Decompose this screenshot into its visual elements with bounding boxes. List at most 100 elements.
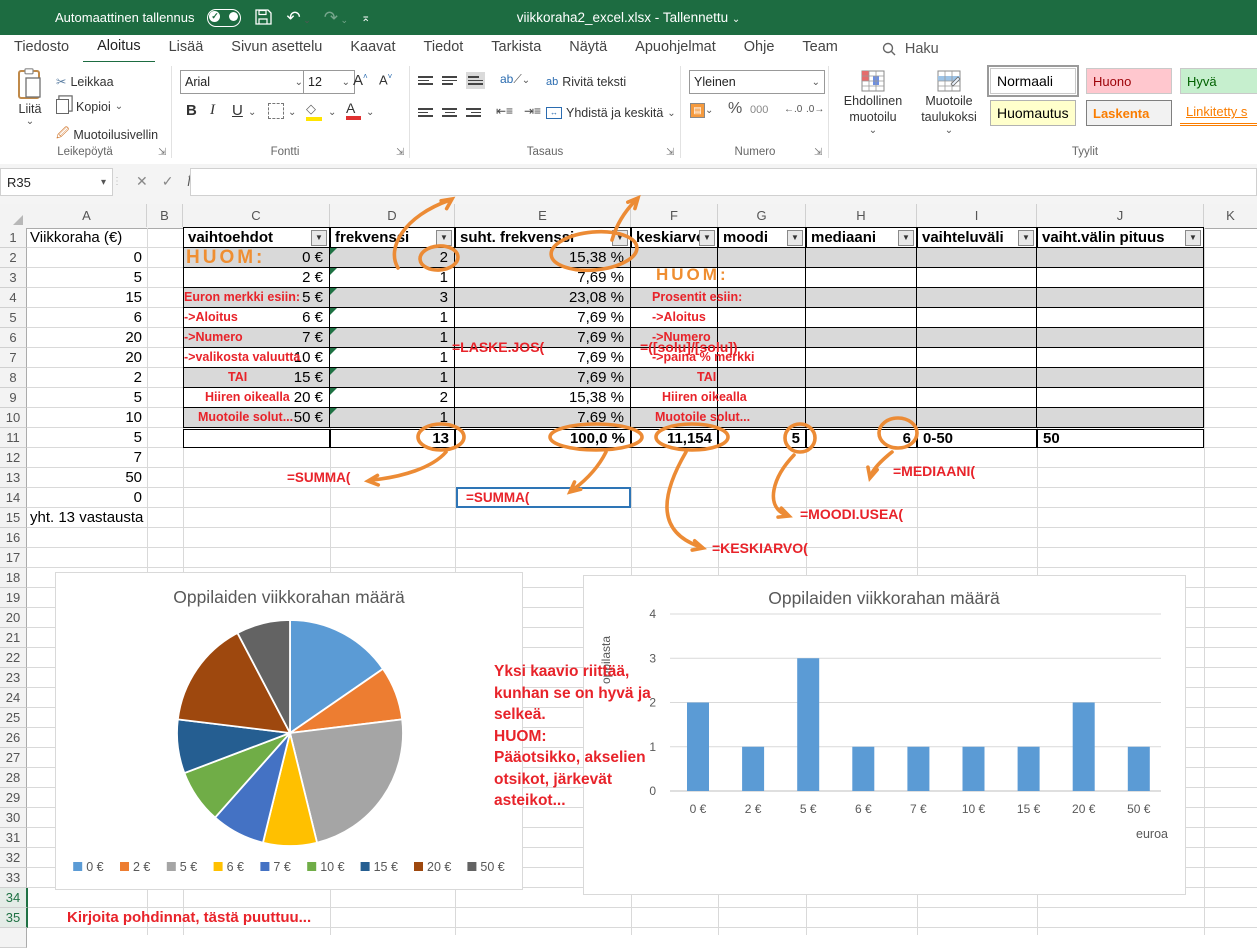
- alignment-dialog-launcher[interactable]: ⇲: [666, 148, 676, 158]
- table-total-c4[interactable]: 5: [718, 429, 806, 448]
- table-cell-r4c1[interactable]: 3: [330, 288, 455, 308]
- table-header-3[interactable]: keskiarvo▼: [631, 227, 718, 248]
- orientation-button[interactable]: ab⟋⌄: [500, 72, 530, 87]
- table-cell-r2c4[interactable]: [718, 248, 806, 268]
- number-format-select[interactable]: Yleinen⌄: [689, 70, 825, 94]
- align-top-icon[interactable]: [418, 74, 433, 87]
- row-header-15[interactable]: 15: [0, 508, 27, 528]
- table-total-c2[interactable]: 100,0 %: [455, 429, 631, 448]
- formula-input[interactable]: [190, 168, 1257, 196]
- filter-button[interactable]: ▼: [612, 230, 628, 246]
- number-dialog-launcher[interactable]: ⇲: [814, 148, 824, 158]
- font-color-chevron-icon[interactable]: ⌄: [366, 107, 374, 118]
- format-painter-button[interactable]: 🖉Muotoilusivellin: [56, 124, 158, 145]
- table-cell-r3c6[interactable]: [917, 268, 1037, 288]
- filter-button[interactable]: ▼: [699, 230, 715, 246]
- table-cell-r8c7[interactable]: [1037, 368, 1204, 388]
- table-cell-r10c6[interactable]: [917, 408, 1037, 428]
- table-cell-r9c2[interactable]: 15,38 %: [455, 388, 631, 408]
- row-header-31[interactable]: 31: [0, 828, 27, 848]
- filter-button[interactable]: ▼: [311, 230, 327, 246]
- table-cell-r8c4[interactable]: [718, 368, 806, 388]
- row-header-26[interactable]: 26: [0, 728, 27, 748]
- table-cell-r2c7[interactable]: [1037, 248, 1204, 268]
- tab-team[interactable]: Team: [788, 35, 851, 62]
- tab-lisaa[interactable]: Lisää: [155, 35, 218, 62]
- cell-a9[interactable]: 5: [27, 388, 142, 407]
- table-cell-r6c1[interactable]: 1: [330, 328, 455, 348]
- table-header-0[interactable]: vaihtoehdot▼: [183, 227, 330, 248]
- table-total-c3[interactable]: 11,154: [631, 429, 718, 448]
- underline-chevron-icon[interactable]: ⌄: [248, 107, 256, 118]
- row-header-9[interactable]: 9: [0, 388, 27, 408]
- conditional-formatting-button[interactable]: Ehdollinen muotoilu ⌄: [836, 70, 910, 136]
- row-header-1[interactable]: 1: [0, 228, 27, 248]
- table-cell-r2c2[interactable]: 15,38 %: [455, 248, 631, 268]
- cell-a5[interactable]: 6: [27, 308, 142, 327]
- row-header-4[interactable]: 4: [0, 288, 27, 308]
- table-cell-r6c6[interactable]: [917, 328, 1037, 348]
- wrap-text-button[interactable]: abRivitä teksti: [546, 75, 626, 89]
- table-total-c6[interactable]: 0-50: [917, 429, 1037, 448]
- row-header-32[interactable]: 32: [0, 848, 27, 868]
- style-huono[interactable]: Huono: [1086, 68, 1172, 94]
- cell-a1[interactable]: Viikkoraha (€): [30, 228, 145, 247]
- table-cell-r5c7[interactable]: [1037, 308, 1204, 328]
- column-header-A[interactable]: A: [27, 204, 147, 227]
- row-header-30[interactable]: 30: [0, 808, 27, 828]
- increase-font-button[interactable]: A˄: [353, 72, 368, 89]
- cell-a7[interactable]: 20: [27, 348, 142, 367]
- tab-nayta[interactable]: Näytä: [555, 35, 621, 62]
- align-right-icon[interactable]: [466, 106, 481, 119]
- font-name-select[interactable]: Arial⌄: [180, 70, 308, 94]
- table-cell-r2c1[interactable]: 2: [330, 248, 455, 268]
- table-cell-r3c1[interactable]: 1: [330, 268, 455, 288]
- row-header-17[interactable]: 17: [0, 548, 27, 568]
- cut-button[interactable]: ✂Leikkaa: [56, 74, 114, 89]
- cell-a10[interactable]: 10: [27, 408, 142, 427]
- column-header-H[interactable]: H: [806, 204, 917, 227]
- row-header-35[interactable]: 35: [0, 908, 28, 928]
- table-cell-r3c4[interactable]: [718, 268, 806, 288]
- table-cell-r7c6[interactable]: [917, 348, 1037, 368]
- copy-button[interactable]: Kopioi⌄: [56, 99, 123, 114]
- selected-cell-e14[interactable]: =SUMMA(: [456, 487, 631, 508]
- enter-icon[interactable]: ✓: [162, 173, 174, 190]
- column-header-E[interactable]: E: [455, 204, 631, 227]
- italic-button[interactable]: I: [210, 102, 215, 119]
- row-header-22[interactable]: 22: [0, 648, 27, 668]
- table-cell-r9c7[interactable]: [1037, 388, 1204, 408]
- table-total-c1[interactable]: 13: [330, 429, 455, 448]
- row-header-12[interactable]: 12: [0, 448, 27, 468]
- column-header-B[interactable]: B: [147, 204, 183, 227]
- style-linkitetty[interactable]: Linkitetty s: [1180, 100, 1257, 126]
- row-header-2[interactable]: 2: [0, 248, 27, 268]
- align-bottom-icon[interactable]: [466, 72, 485, 89]
- cell-a11[interactable]: 5: [27, 428, 142, 447]
- row-header-21[interactable]: 21: [0, 628, 27, 648]
- table-cell-r6c7[interactable]: [1037, 328, 1204, 348]
- table-cell-r9c6[interactable]: [917, 388, 1037, 408]
- row-header-28[interactable]: 28: [0, 768, 27, 788]
- table-cell-r4c7[interactable]: [1037, 288, 1204, 308]
- font-size-select[interactable]: 12⌄: [303, 70, 355, 94]
- row-header-19[interactable]: 19: [0, 588, 27, 608]
- font-color-button[interactable]: A: [346, 100, 361, 120]
- row-header-5[interactable]: 5: [0, 308, 27, 328]
- bar-chart[interactable]: Oppilaiden viikkorahan määrä012340 €2 €5…: [583, 575, 1186, 895]
- borders-chevron-icon[interactable]: ⌄: [288, 107, 296, 118]
- filter-button[interactable]: ▼: [1018, 230, 1034, 246]
- table-cell-r5c4[interactable]: [718, 308, 806, 328]
- table-cell-r4c2[interactable]: 23,08 %: [455, 288, 631, 308]
- search-box[interactable]: Haku: [882, 41, 939, 57]
- tab-sivun-asettelu[interactable]: Sivun asettelu: [217, 35, 336, 62]
- row-header-11[interactable]: 11: [0, 428, 27, 448]
- decrease-decimal-button[interactable]: .0→: [806, 104, 824, 115]
- accounting-format-button[interactable]: ▤⌄: [690, 102, 713, 118]
- table-header-7[interactable]: vaiht.välin pituus▼: [1037, 227, 1204, 248]
- table-header-6[interactable]: vaihteluväli▼: [917, 227, 1037, 248]
- style-laskenta[interactable]: Laskenta: [1086, 100, 1172, 126]
- table-cell-r10c7[interactable]: [1037, 408, 1204, 428]
- table-cell-r7c7[interactable]: [1037, 348, 1204, 368]
- cell-a4[interactable]: 15: [27, 288, 142, 307]
